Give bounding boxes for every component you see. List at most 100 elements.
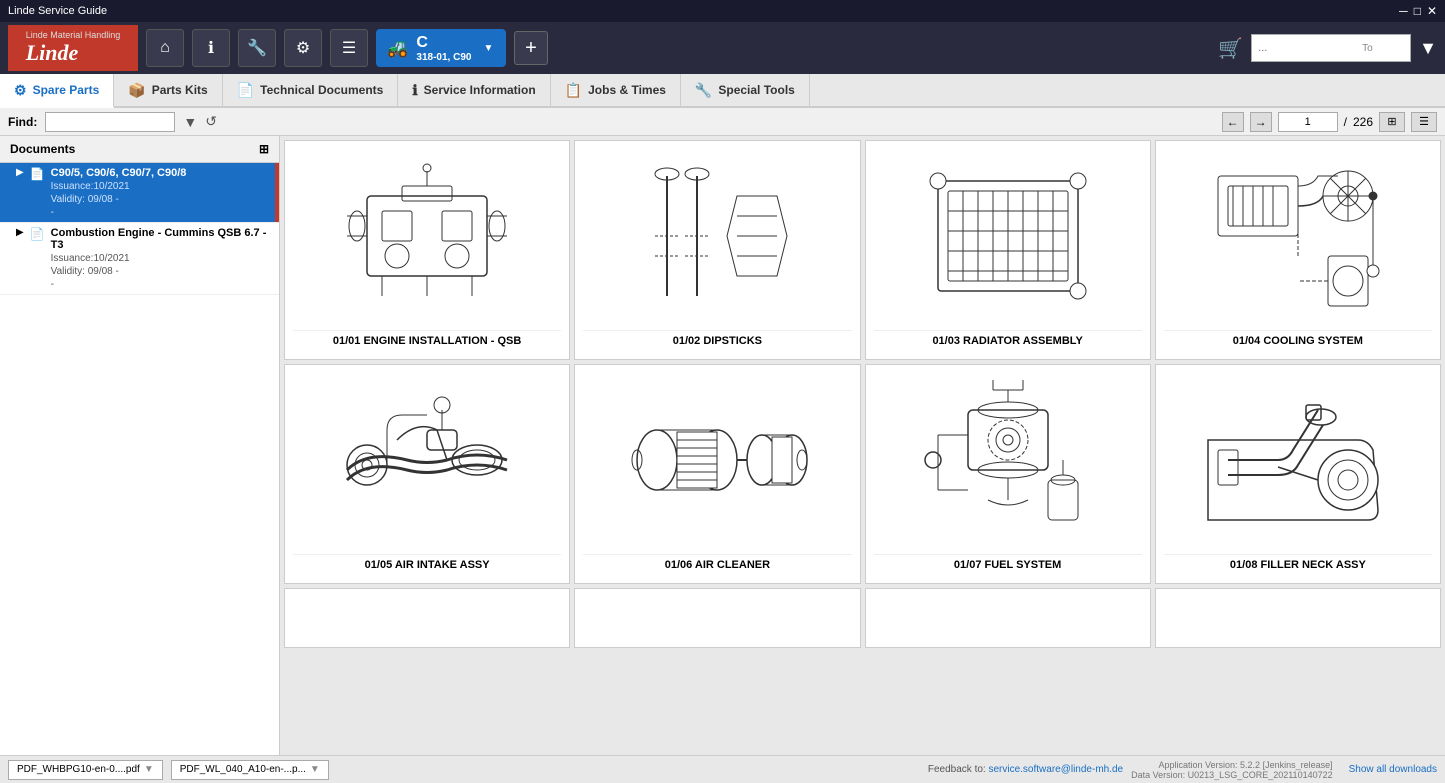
search-input[interactable] — [1258, 42, 1358, 54]
part-card-0107[interactable]: 01/07 FUEL SYSTEM — [865, 364, 1151, 584]
download-close-2[interactable]: ▼ — [310, 764, 320, 775]
info-button[interactable]: ℹ — [192, 29, 230, 67]
sidebar-header: Documents ⊞ — [0, 136, 279, 163]
toolbar-filter-icon[interactable]: ▼ — [183, 114, 197, 130]
part-label-0107: 01/07 FUEL SYSTEM — [874, 554, 1142, 575]
part-card-0105[interactable]: 01/05 AIR INTAKE ASSY — [284, 364, 570, 584]
sidebar-title: Documents — [10, 142, 75, 156]
part-card-0103[interactable]: 01/03 RADIATOR ASSEMBLY — [865, 140, 1151, 360]
part-label-0104: 01/04 COOLING SYSTEM — [1164, 330, 1432, 351]
nav-tabs: ⚙ Spare Parts 📦 Parts Kits 📄 Technical D… — [0, 74, 1445, 108]
header-right: 🛒 To ▼ — [1218, 34, 1437, 62]
sidebar-item-2-validity: Validity: 09/08 - — [51, 266, 269, 277]
prev-page-button[interactable]: ← — [1222, 112, 1244, 132]
tab-parts-kits[interactable]: 📦 Parts Kits — [114, 74, 222, 106]
part-card-partial-1[interactable] — [284, 588, 570, 648]
part-card-partial-2[interactable] — [574, 588, 860, 648]
part-image-0106 — [583, 373, 851, 546]
part-label-0105: 01/05 AIR INTAKE ASSY — [293, 554, 561, 575]
spare-parts-icon: ⚙ — [14, 82, 27, 99]
page-separator: / — [1344, 115, 1347, 129]
toolbar-reset-icon[interactable]: ↺ — [205, 113, 217, 130]
tab-service-info[interactable]: ℹ Service Information — [398, 74, 550, 106]
part-image-0107 — [874, 373, 1142, 546]
pagination: ← → / 226 ⊞ ☰ — [1222, 112, 1437, 132]
version-info: Application Version: 5.2.2 [Jenkins_rele… — [1131, 760, 1332, 780]
part-label-0102: 01/02 DIPSTICKS — [583, 330, 851, 351]
sidebar: Documents ⊞ ▶ 📄 C90/5, C90/6, C90/7, C90… — [0, 136, 280, 755]
window-controls[interactable]: ─ □ ✕ — [1399, 4, 1437, 18]
header-filter-icon[interactable]: ▼ — [1419, 38, 1437, 59]
maximize-button[interactable]: □ — [1414, 4, 1421, 18]
sidebar-expand-icon[interactable]: ⊞ — [259, 142, 269, 156]
cart-icon[interactable]: 🛒 — [1218, 36, 1243, 61]
part-image-0102 — [583, 149, 851, 322]
titlebar: Linde Service Guide ─ □ ✕ — [0, 0, 1445, 22]
download-item-1-name: PDF_WHBPG10-en-0....pdf — [17, 764, 140, 775]
download-close-1[interactable]: ▼ — [144, 764, 154, 775]
part-image-partial-2 — [583, 597, 851, 631]
app-version: Application Version: 5.2.2 [Jenkins_rele… — [1131, 760, 1332, 770]
page-input[interactable] — [1278, 112, 1338, 132]
part-card-0106[interactable]: 01/06 AIR CLEANER — [574, 364, 860, 584]
download-item-2[interactable]: PDF_WL_040_A10-en-...p... ▼ — [171, 760, 329, 780]
show-all-label[interactable]: Show all downloads — [1349, 764, 1437, 775]
download-item-1[interactable]: PDF_WHBPG10-en-0....pdf ▼ — [8, 760, 163, 780]
special-tools-label: Special Tools — [718, 83, 794, 97]
parts-kits-label: Parts Kits — [152, 83, 208, 97]
list-view-button[interactable]: ☰ — [1411, 112, 1437, 132]
doc-icon-1: 📄 — [30, 167, 45, 181]
tab-spare-parts[interactable]: ⚙ Spare Parts — [0, 74, 114, 108]
special-tools-icon: 🔧 — [695, 82, 712, 99]
parts-grid: 01/01 ENGINE INSTALLATION - QSB — [284, 140, 1441, 584]
parts-button[interactable]: ⚙ — [284, 29, 322, 67]
part-card-0102[interactable]: 01/02 DIPSTICKS — [574, 140, 860, 360]
tab-special-tools[interactable]: 🔧 Special Tools — [681, 74, 810, 106]
jobs-times-label: Jobs & Times — [588, 83, 666, 97]
total-pages: 226 — [1353, 115, 1373, 129]
show-all-downloads[interactable]: Show all downloads — [1349, 764, 1437, 775]
model-dropdown-arrow: ▼ — [483, 43, 493, 54]
feedback-email[interactable]: service.software@linde-mh.de — [988, 764, 1123, 775]
grid-view-button[interactable]: ⊞ — [1379, 112, 1405, 132]
part-image-0101 — [293, 149, 561, 322]
part-card-0101[interactable]: 01/01 ENGINE INSTALLATION - QSB — [284, 140, 570, 360]
part-card-partial-3[interactable] — [865, 588, 1151, 648]
company-subtitle: Linde Material Handling — [26, 30, 121, 40]
part-card-0108[interactable]: 01/08 FILLER NECK ASSY — [1155, 364, 1441, 584]
next-page-button[interactable]: → — [1250, 112, 1272, 132]
find-label: Find: — [8, 115, 37, 129]
sidebar-item-2-issuance: Issuance:10/2021 — [51, 253, 269, 264]
close-button[interactable]: ✕ — [1427, 4, 1437, 18]
part-image-partial-3 — [874, 597, 1142, 631]
find-input[interactable] — [45, 112, 175, 132]
tree-expand-1[interactable]: ▶ — [16, 167, 24, 178]
part-image-partial-1 — [293, 597, 561, 631]
part-image-0104 — [1164, 149, 1432, 322]
minimize-button[interactable]: ─ — [1399, 4, 1408, 18]
part-card-0104[interactable]: 01/04 COOLING SYSTEM — [1155, 140, 1441, 360]
model-prefix: C — [416, 34, 471, 52]
sidebar-item-1[interactable]: ▶ 📄 C90/5, C90/6, C90/7, C90/8 Issuance:… — [0, 163, 279, 223]
data-version: Data Version: U0213_LSG_CORE_20211014072… — [1131, 770, 1332, 780]
statusbar: PDF_WHBPG10-en-0....pdf ▼ PDF_WL_040_A10… — [0, 755, 1445, 783]
model-selector[interactable]: 🚜 C 318-01, C90 ▼ — [376, 29, 506, 67]
part-label-0108: 01/08 FILLER NECK ASSY — [1164, 554, 1432, 575]
tree-expand-2[interactable]: ▶ — [16, 227, 24, 238]
part-image-partial-4 — [1164, 597, 1432, 631]
content-area: Documents ⊞ ▶ 📄 C90/5, C90/6, C90/7, C90… — [0, 136, 1445, 755]
sidebar-item-1-issuance: Issuance:10/2021 — [51, 181, 187, 192]
spare-parts-label: Spare Parts — [33, 83, 100, 97]
tab-technical-docs[interactable]: 📄 Technical Documents — [223, 74, 399, 106]
tools-button[interactable]: 🔧 — [238, 29, 276, 67]
tab-jobs-times[interactable]: 📋 Jobs & Times — [551, 74, 681, 106]
part-card-partial-4[interactable] — [1155, 588, 1441, 648]
sidebar-item-2[interactable]: ▶ 📄 Combustion Engine - Cummins QSB 6.7 … — [0, 223, 279, 295]
add-model-button[interactable]: + — [514, 31, 548, 65]
red-indicator — [275, 163, 279, 222]
home-button[interactable]: ⌂ — [146, 29, 184, 67]
sidebar-item-2-dash: - — [51, 279, 269, 290]
doc-icon-2: 📄 — [30, 227, 45, 241]
settings-button[interactable]: ☰ — [330, 29, 368, 67]
download-item-2-name: PDF_WL_040_A10-en-...p... — [180, 764, 306, 775]
